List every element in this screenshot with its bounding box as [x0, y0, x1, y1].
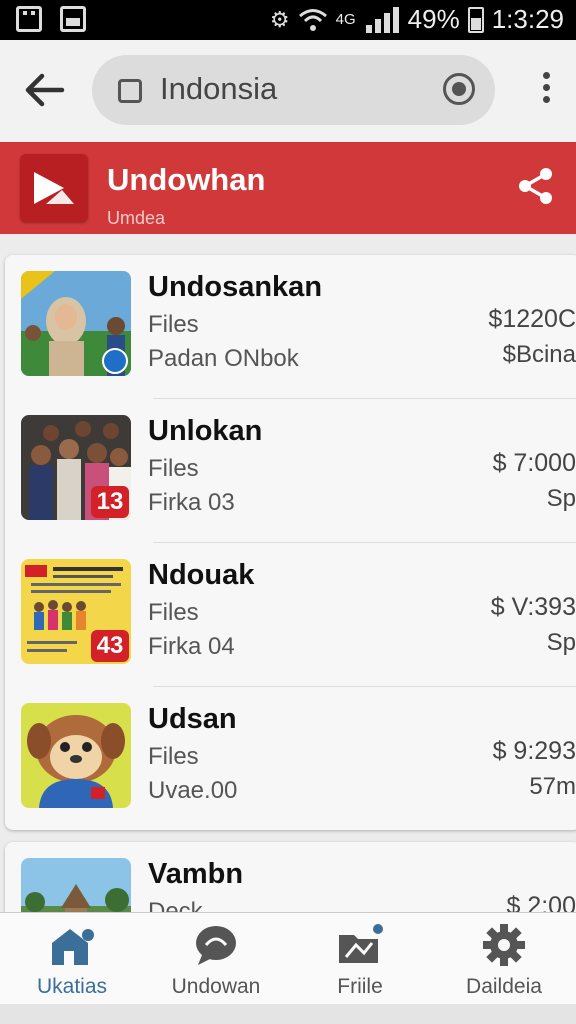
item-price: $ 9:293 [492, 737, 576, 765]
overflow-menu-button[interactable] [540, 72, 552, 108]
list-item[interactable]: Udsan Files Uvae.00 $ 9:293 57m [5, 687, 576, 831]
nav-tab-chat[interactable]: Undowan [144, 913, 288, 1005]
image-notification-icon [60, 6, 86, 32]
list-item[interactable]: Undosankan Files Padan ONbok $1220C $Bci… [5, 255, 576, 399]
bottom-edge [0, 1004, 576, 1024]
nav-label: Ukatias [36, 975, 108, 998]
status-indicators: ⚙ 4G 49% 1:3:29 [270, 4, 564, 35]
results-list: Undosankan Files Padan ONbok $1220C $Bci… [5, 255, 576, 830]
nav-label: Undowan [171, 975, 261, 998]
item-detail: Firka 03 [148, 489, 235, 516]
arrow-back-icon [25, 73, 65, 107]
nav-label: Daildeia [466, 975, 542, 998]
item-subtitle: Files [148, 455, 199, 482]
item-title: Unlokan [148, 415, 263, 447]
share-icon [519, 168, 552, 204]
battery-percent: 49% [407, 4, 460, 34]
home-icon [52, 929, 94, 965]
network-type-label: 4G [335, 11, 356, 28]
item-title: Undosankan [148, 271, 323, 303]
app-subtitle: Umdea [107, 208, 166, 228]
nav-tab-files[interactable]: Friile [288, 913, 432, 1005]
notification-icons [16, 6, 86, 32]
nav-label: Friile [337, 975, 383, 998]
list-item[interactable]: 43 Ndouak Files Firka 04 $ V:393 Sp [5, 543, 576, 687]
bottom-navigation: Ukatias Undowan Friile Daildeia [0, 912, 576, 1004]
item-detail: Uvae.00 [148, 777, 238, 804]
item-meta: Sp [546, 629, 576, 656]
clear-search-button[interactable] [443, 73, 475, 105]
gear-icon [483, 924, 525, 966]
play-mountain-icon [34, 172, 74, 204]
item-subtitle: Files [148, 743, 199, 770]
item-meta: $Bcina [502, 341, 576, 368]
chat-icon [196, 926, 236, 965]
item-detail: Firka 04 [148, 633, 235, 660]
item-thumbnail [21, 703, 131, 808]
item-title: Vambn [148, 858, 244, 890]
vibrate-icon: ⚙ [269, 6, 290, 32]
item-title: Ndouak [148, 559, 255, 591]
search-query: Indonsia [160, 71, 278, 106]
item-meta: Sp [546, 485, 576, 512]
app-logo [20, 154, 88, 222]
item-thumbnail [21, 271, 131, 376]
folder-icon [339, 924, 383, 963]
back-button[interactable] [22, 70, 66, 110]
nav-tab-settings[interactable]: Daildeia [432, 913, 576, 1005]
item-detail: Padan ONbok [148, 345, 299, 372]
item-thumbnail: 13 [21, 415, 131, 520]
item-subtitle: Files [148, 311, 199, 338]
item-subtitle: Files [148, 599, 199, 626]
item-title: Udsan [148, 703, 237, 735]
list-item[interactable]: 13 Unlokan Files Firka 03 $ 7:000 Sp [5, 399, 576, 543]
search-header: Indonsia [0, 40, 576, 142]
item-price: $1220C [488, 305, 576, 333]
signal-icon [365, 6, 400, 33]
item-meta: 57m [529, 773, 576, 800]
item-price: $ V:393 [490, 593, 576, 621]
wifi-icon [298, 8, 327, 31]
app-title: Undowhan [107, 162, 266, 197]
share-button[interactable] [516, 166, 556, 206]
status-bar: ⚙ 4G 49% 1:3:29 [0, 0, 576, 40]
clock: 1:3:29 [491, 4, 564, 34]
nav-tab-home[interactable]: Ukatias [0, 913, 144, 1005]
checkbox-icon [118, 79, 142, 103]
search-input[interactable]: Indonsia [92, 55, 495, 125]
more-vert-icon [542, 72, 550, 79]
app-banner: Undowhan Umdea [0, 142, 576, 234]
android-notification-icon [16, 6, 42, 32]
item-price: $ 7:000 [492, 449, 576, 477]
count-badge: 13 [91, 486, 129, 518]
battery-icon [467, 6, 484, 33]
count-badge: 43 [91, 630, 129, 662]
item-thumbnail: 43 [21, 559, 131, 664]
